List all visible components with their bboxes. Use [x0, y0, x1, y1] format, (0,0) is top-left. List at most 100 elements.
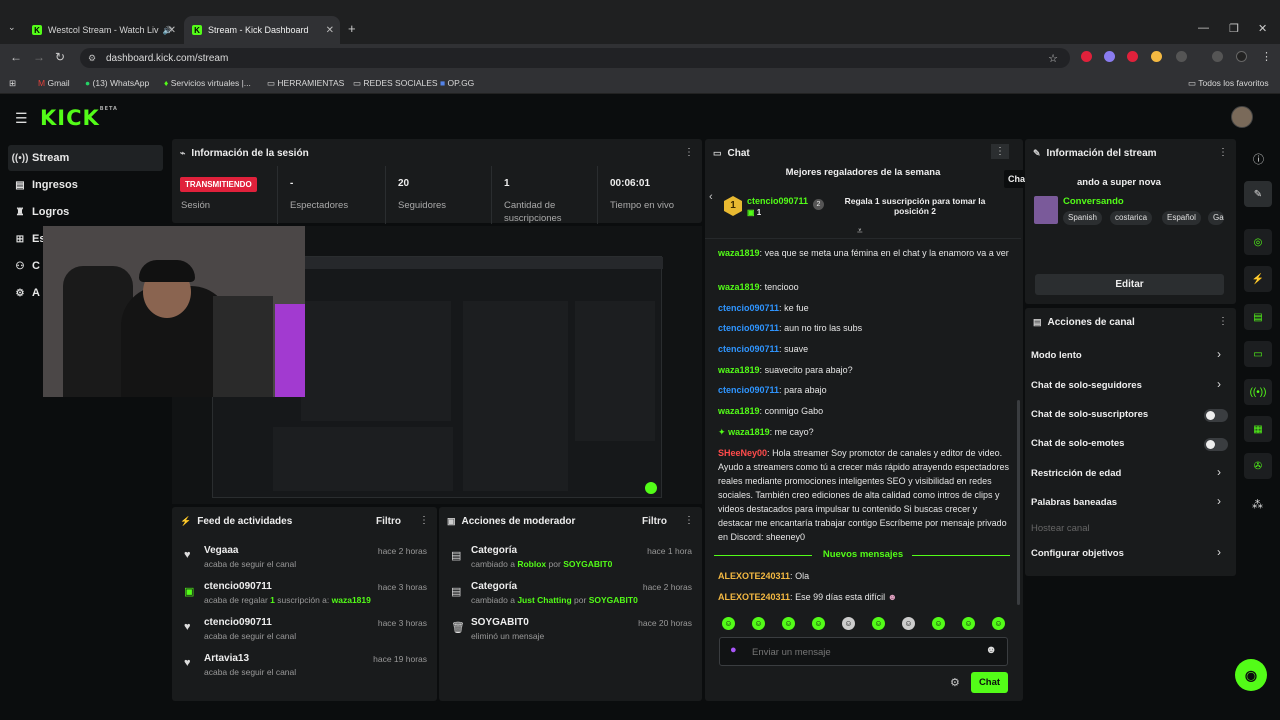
chevron-right-icon[interactable]: ›: [1217, 347, 1221, 361]
subs-only-toggle[interactable]: [1204, 409, 1228, 422]
bookmark-herramientas[interactable]: ▭ HERRAMIENTAS: [267, 78, 344, 89]
minimize-icon[interactable]: —: [1198, 22, 1209, 34]
support-chat-icon[interactable]: ◉: [1235, 659, 1267, 691]
document-widget-icon[interactable]: ▤: [1244, 304, 1272, 330]
extension-icon[interactable]: [1151, 51, 1162, 62]
emote-icon[interactable]: ☺: [812, 617, 825, 630]
goals-row[interactable]: Configurar objetivos: [1031, 548, 1231, 559]
avatar[interactable]: [1231, 106, 1253, 128]
activity-filter-button[interactable]: Filtro: [376, 516, 401, 527]
forward-icon[interactable]: →: [33, 50, 45, 64]
gifter-name[interactable]: ctencio090711: [747, 196, 808, 206]
chevron-right-icon[interactable]: ›: [1217, 545, 1221, 559]
edit-widget-icon[interactable]: ✎: [1244, 181, 1272, 207]
mod-menu-icon[interactable]: ⋮: [684, 515, 694, 526]
chat-widget-icon[interactable]: ▭: [1244, 341, 1272, 367]
tab-close-icon[interactable]: ✕: [168, 25, 176, 36]
profile-icon[interactable]: [1236, 51, 1247, 62]
bolt-widget-icon[interactable]: ⚡: [1244, 266, 1272, 292]
wrench-widget-icon[interactable]: ✇: [1244, 453, 1272, 479]
emote-icon[interactable]: ☺: [962, 617, 975, 630]
chevron-right-icon[interactable]: ›: [1217, 494, 1221, 508]
layout-widget-icon[interactable]: ▦: [1244, 416, 1272, 442]
emote-icon[interactable]: ☺: [752, 617, 765, 630]
age-restriction-row[interactable]: Restricción de edad: [1031, 468, 1231, 479]
broadcast-widget-icon[interactable]: ((•)): [1244, 379, 1272, 405]
bookmark-whatsapp[interactable]: ● (13) WhatsApp: [85, 78, 149, 88]
bookmark-servicios[interactable]: ♦ Servicios virtuales |...: [164, 78, 251, 88]
info-icon[interactable]: ⓘ: [1253, 151, 1264, 167]
collapse-icon[interactable]: ⩡: [857, 226, 863, 237]
emoji-picker-icon[interactable]: ☻: [985, 644, 997, 656]
banned-words-row[interactable]: Palabras baneadas: [1031, 497, 1231, 508]
stream-info-menu-icon[interactable]: ⋮: [1218, 147, 1228, 158]
url-field[interactable]: ⚙ dashboard.kick.com/stream ☆: [80, 48, 1070, 68]
emotes-only-toggle[interactable]: [1204, 438, 1228, 451]
chat-scrollbar[interactable]: [1017, 400, 1020, 605]
stream-category[interactable]: Conversando: [1063, 196, 1124, 207]
back-icon[interactable]: ←: [10, 50, 22, 64]
new-messages-divider: Nuevos mensajes: [822, 549, 904, 560]
star-icon[interactable]: ☆: [1048, 52, 1058, 65]
tab-list-icon[interactable]: ⌄: [8, 22, 16, 33]
extension-icon[interactable]: [1081, 51, 1092, 62]
chat-input-box[interactable]: ● ☻: [719, 637, 1008, 666]
gift-prompt[interactable]: Regala 1 suscripción para tomar la posic…: [838, 196, 992, 216]
tab-kick-dashboard[interactable]: K Stream - Kick Dashboard ✕: [184, 16, 340, 44]
browser-menu-icon[interactable]: ⋮: [1261, 50, 1272, 63]
emote-icon[interactable]: ☺: [842, 617, 855, 630]
chat-settings-gear-icon[interactable]: ⚙: [950, 676, 960, 689]
emote-icon[interactable]: ☺: [872, 617, 885, 630]
tab-westcol[interactable]: K Westcol Stream - Watch Liv 🔊 ✕: [24, 16, 182, 44]
chat-menu-icon[interactable]: ⋮: [991, 144, 1009, 159]
bookmark-all[interactable]: ▭ Todos los favoritos: [1188, 78, 1269, 89]
mic-icon[interactable]: ●: [730, 644, 737, 656]
kick-logo[interactable]: KICKBETA: [40, 106, 118, 130]
tag-ga[interactable]: Ga: [1208, 211, 1224, 225]
emote-icon[interactable]: ☺: [932, 617, 945, 630]
channel-actions-menu-icon[interactable]: ⋮: [1218, 316, 1228, 327]
chevron-left-icon[interactable]: ‹: [709, 191, 713, 203]
mod-filter-button[interactable]: Filtro: [642, 516, 667, 527]
followers-only-row[interactable]: Chat de solo-seguidores: [1031, 380, 1231, 391]
chevron-right-icon[interactable]: ›: [1217, 377, 1221, 391]
site-info-icon[interactable]: ⚙: [88, 53, 96, 64]
bookmark-opgg[interactable]: ■ OP.GG: [440, 78, 474, 88]
apps-icon[interactable]: ⊞: [9, 78, 16, 89]
reload-icon[interactable]: ↻: [55, 50, 65, 64]
capture-widget-icon[interactable]: ◎: [1244, 229, 1272, 255]
emote-icon[interactable]: ☺: [902, 617, 915, 630]
emote-icon[interactable]: ☺: [722, 617, 735, 630]
bookmark-redes[interactable]: ▭ REDES SOCIALES: [353, 78, 438, 89]
media-icon[interactable]: [1212, 51, 1223, 62]
apps-widget-icon[interactable]: ⁂: [1252, 498, 1263, 511]
adblock-icon[interactable]: [1127, 51, 1138, 62]
list-item: ▤ Categoría cambiado a Just Chatting por…: [451, 581, 692, 605]
chevron-right-icon[interactable]: ›: [1217, 465, 1221, 479]
bookmark-gmail[interactable]: M Gmail: [38, 78, 70, 88]
emote-icon[interactable]: ☺: [992, 617, 1005, 630]
tag-spanish[interactable]: Spanish: [1063, 211, 1102, 225]
menu-icon[interactable]: ☰: [15, 110, 28, 127]
sidebar-item-ingresos[interactable]: ▤ Ingresos: [8, 172, 163, 198]
chat-input[interactable]: [752, 644, 972, 660]
restore-icon[interactable]: ❐: [1229, 22, 1239, 35]
tag-costarica[interactable]: costarica: [1110, 211, 1153, 225]
folder-icon: ▭: [1188, 78, 1197, 88]
edit-stream-button[interactable]: Editar: [1035, 274, 1224, 295]
sidebar-item-logros[interactable]: ♜ Logros: [8, 199, 163, 225]
extension-icon[interactable]: [1104, 51, 1115, 62]
tag-espanol[interactable]: Español: [1162, 211, 1201, 225]
sidebar-item-stream[interactable]: ((•)) Stream: [8, 145, 163, 171]
emote-icon[interactable]: ☺: [782, 617, 795, 630]
chat-message: waza1819: conmigo Gabo: [718, 406, 824, 416]
tab-close-icon[interactable]: ✕: [326, 25, 334, 36]
stream-info-header: ✎ Información del stream: [1033, 147, 1157, 159]
send-chat-button[interactable]: Chat: [971, 672, 1008, 693]
window-close-icon[interactable]: ✕: [1258, 22, 1267, 35]
extensions-puzzle-icon[interactable]: [1176, 51, 1187, 62]
slow-mode-row[interactable]: Modo lento: [1031, 350, 1231, 361]
session-menu-icon[interactable]: ⋮: [684, 147, 694, 158]
new-tab-icon[interactable]: +: [348, 21, 356, 36]
activity-menu-icon[interactable]: ⋮: [419, 515, 429, 526]
